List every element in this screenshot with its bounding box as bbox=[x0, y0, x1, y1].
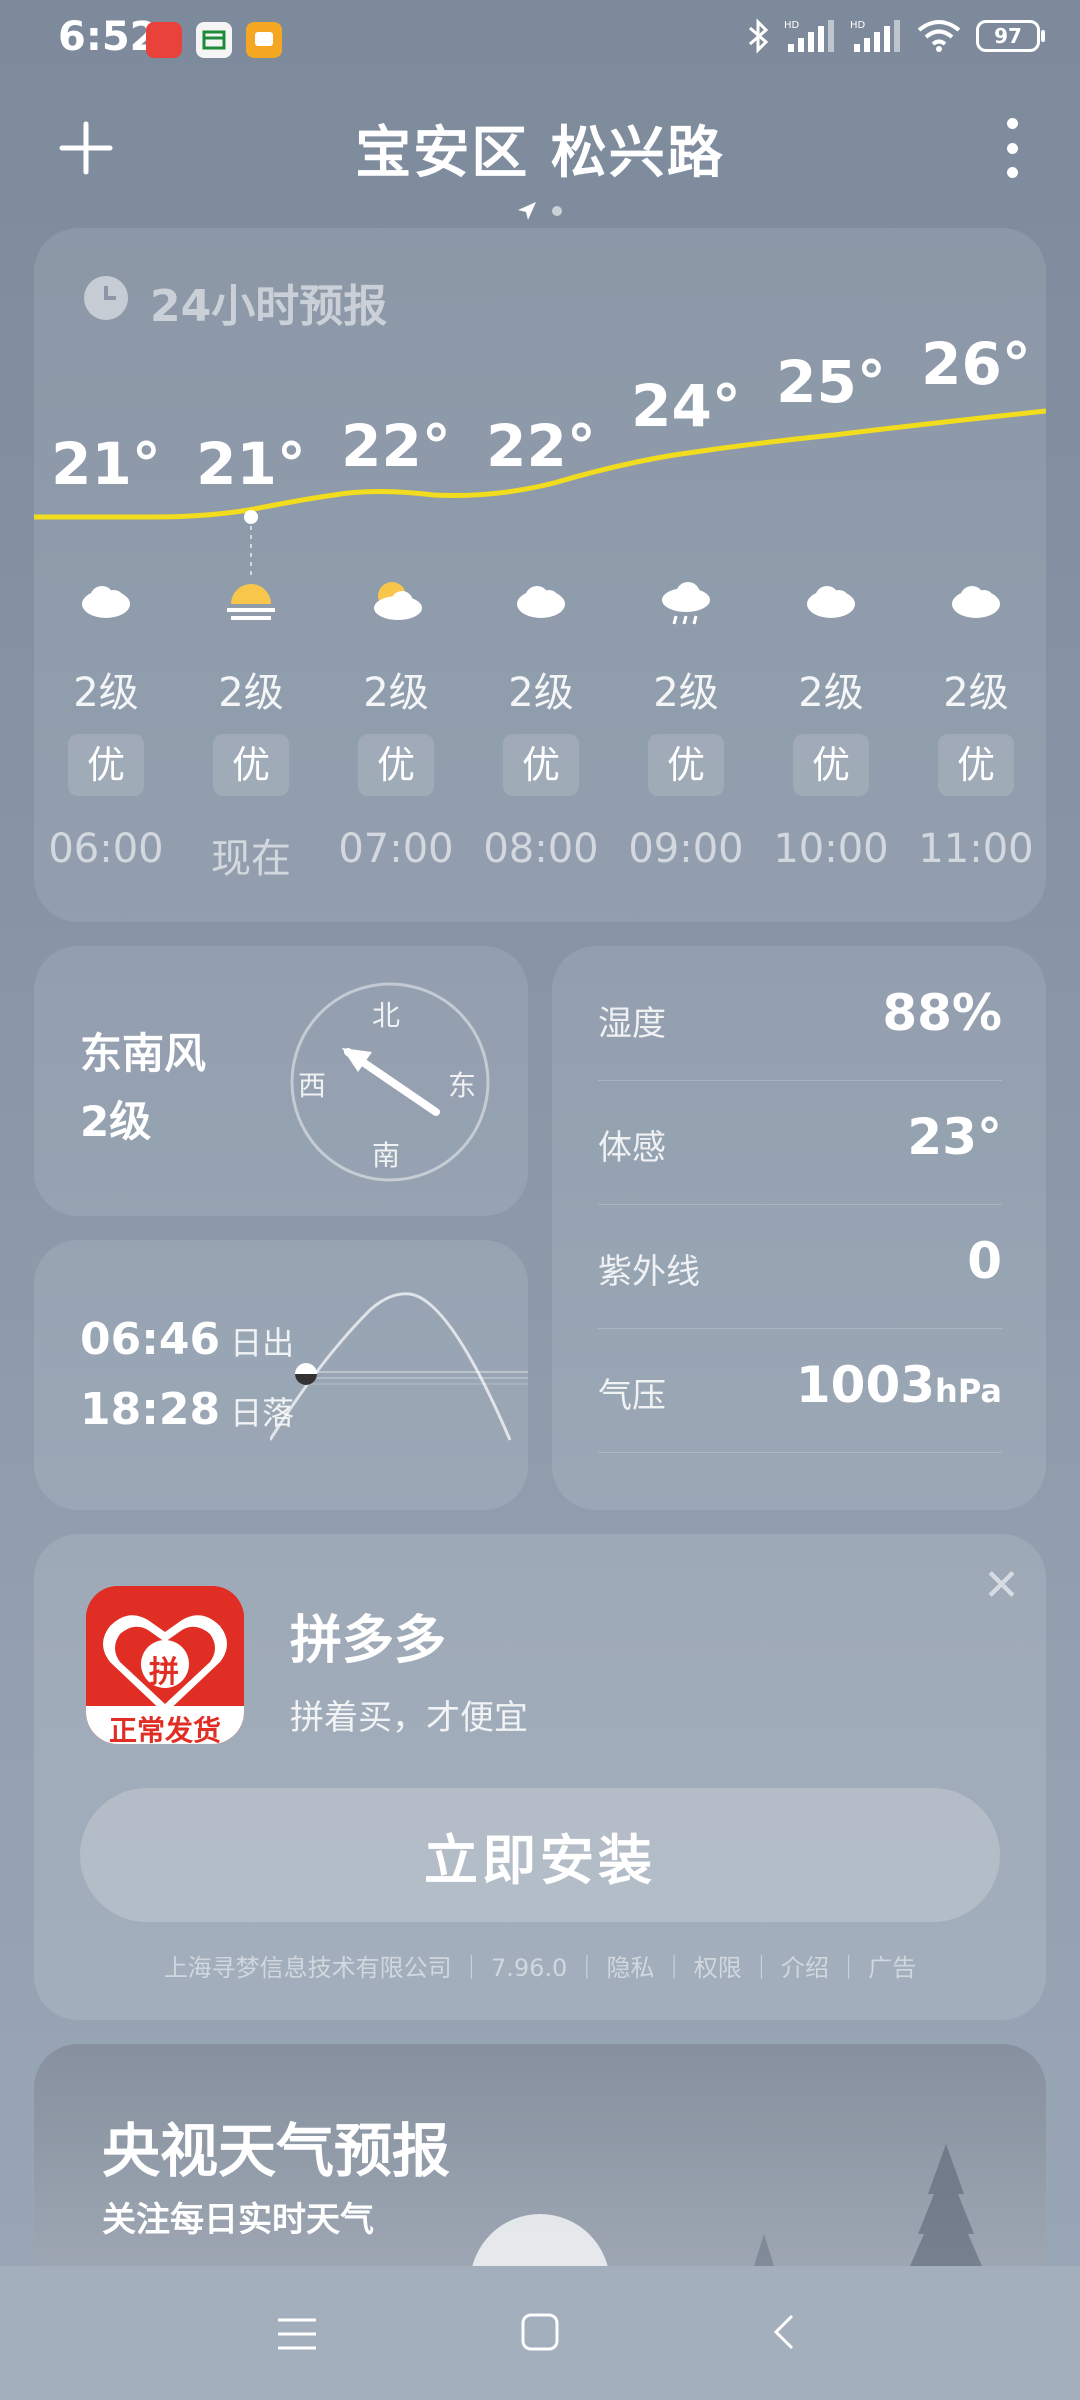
compass-south: 南 bbox=[372, 1139, 401, 1172]
partly-cloudy-icon bbox=[326, 580, 466, 636]
hour-time: 06:00 bbox=[48, 826, 164, 872]
install-button[interactable]: 立即安装 bbox=[80, 1788, 1000, 1922]
sunrise-time: 06:46 bbox=[80, 1314, 221, 1365]
hour-aqi-badge: 优 bbox=[181, 734, 321, 796]
toutiao-app-icon bbox=[146, 22, 182, 58]
page-dot bbox=[552, 206, 562, 216]
navigation-bar bbox=[0, 2266, 1080, 2400]
feels-like-label: 体感 bbox=[598, 1128, 666, 1168]
hour-aqi-badge: 优 bbox=[616, 734, 756, 796]
hour-wind-level: 2级 bbox=[508, 670, 574, 716]
humidity-row: 湿度 88% bbox=[598, 956, 1002, 1081]
status-time: 6:52 bbox=[58, 14, 158, 60]
hour-temp: 21° bbox=[51, 430, 161, 498]
hour-temp: 22° bbox=[341, 412, 451, 480]
hour-aqi-badge: 优 bbox=[761, 734, 901, 796]
pinduoduo-icon-char: 拼 bbox=[149, 1655, 179, 1690]
location-arrow-icon bbox=[518, 202, 536, 220]
page-indicator bbox=[516, 200, 562, 222]
sunrise-row: 06:46 日出 bbox=[80, 1314, 294, 1365]
hour-wind-level: 2级 bbox=[73, 670, 139, 716]
cloudy-icon bbox=[906, 580, 1046, 636]
more-options-icon[interactable] bbox=[1002, 118, 1022, 178]
hour-wind-level: 2级 bbox=[798, 670, 864, 716]
wind-info: 东南风 2级 bbox=[80, 1020, 206, 1156]
cloudy-icon bbox=[36, 580, 176, 636]
uv-value: 0 bbox=[967, 1232, 1002, 1290]
close-ad-icon[interactable]: ✕ bbox=[983, 1560, 1020, 1611]
sunset-row: 18:28 日落 bbox=[80, 1384, 294, 1435]
bluetooth-icon bbox=[749, 18, 769, 54]
hour-temp: 25° bbox=[776, 348, 886, 416]
sun-arc bbox=[270, 1292, 528, 1441]
light-rain-icon bbox=[616, 580, 756, 636]
hour-time: 10:00 bbox=[773, 826, 889, 872]
uv-label: 紫外线 bbox=[598, 1252, 700, 1292]
pressure-row: 气压 1003hPa bbox=[598, 1328, 1002, 1453]
pressure-label: 气压 bbox=[598, 1376, 666, 1416]
compass-north: 北 bbox=[372, 999, 401, 1032]
message-app-icon bbox=[246, 22, 282, 58]
hour-wind-level: 2级 bbox=[653, 670, 719, 716]
ad-slogan: 拼着买，才便宜 bbox=[290, 1698, 528, 1738]
uv-row: 紫外线 0 bbox=[598, 1204, 1002, 1329]
recent-apps-icon[interactable] bbox=[276, 2314, 318, 2354]
feels-like-value: 23° bbox=[907, 1108, 1002, 1166]
feels-like-row: 体感 23° bbox=[598, 1080, 1002, 1205]
cloudy-icon bbox=[761, 580, 901, 636]
hour-temp: 24° bbox=[631, 372, 741, 440]
hour-aqi-badge: 优 bbox=[36, 734, 176, 796]
hour-time: 11:00 bbox=[918, 826, 1034, 872]
back-icon[interactable] bbox=[770, 2312, 796, 2352]
home-icon[interactable] bbox=[520, 2312, 560, 2352]
status-indicators: HD HD 97 bbox=[746, 18, 1045, 54]
svg-text:HD: HD bbox=[850, 20, 866, 31]
cctv-title: 央视天气预报 bbox=[102, 2117, 451, 2185]
pressure-number: 1003 bbox=[795, 1356, 936, 1414]
pinduoduo-app-icon[interactable]: 拼 正常发货 bbox=[86, 1586, 244, 1744]
wind-compass: 北 南 东 西 bbox=[288, 980, 492, 1184]
post-app-icon bbox=[196, 22, 232, 58]
sunset-time: 18:28 bbox=[80, 1384, 221, 1435]
signal-2-icon: HD bbox=[850, 20, 900, 52]
hour-aqi-badge: 优 bbox=[326, 734, 466, 796]
svg-text:HD: HD bbox=[784, 20, 800, 31]
cctv-subtitle: 关注每日实时天气 bbox=[102, 2200, 374, 2240]
hour-wind-level: 2级 bbox=[218, 670, 284, 716]
hour-wind-level: 2级 bbox=[943, 670, 1009, 716]
hour-time: 07:00 bbox=[338, 826, 454, 872]
pressure-value: 1003hPa bbox=[796, 1356, 1002, 1414]
compass-east: 东 bbox=[448, 1069, 477, 1102]
location-title: 宝安区 松兴路 bbox=[355, 121, 725, 186]
signal-1-icon: HD bbox=[784, 20, 834, 52]
hour-time: 现在 bbox=[211, 836, 291, 882]
hour-temp: 21° bbox=[196, 430, 306, 498]
hourly-title: 24小时预报 bbox=[150, 281, 388, 332]
wind-direction: 东南风 bbox=[80, 1029, 207, 1078]
wifi-icon bbox=[917, 20, 961, 52]
hour-wind-level: 2级 bbox=[363, 670, 429, 716]
hour-temp: 26° bbox=[921, 330, 1031, 398]
ad-meta-links[interactable]: 上海寻梦信息技术有限公司 ｜ 7.96.0 ｜ 隐私 ｜ 权限 ｜ 介绍 ｜ 广… bbox=[0, 1948, 1080, 1983]
clock-icon bbox=[84, 276, 128, 320]
battery-icon: 97 bbox=[976, 20, 1045, 52]
pressure-unit: hPa bbox=[935, 1372, 1002, 1410]
hour-aqi-badge: 优 bbox=[471, 734, 611, 796]
wind-level: 2级 bbox=[80, 1097, 152, 1146]
humidity-value: 88% bbox=[882, 984, 1002, 1042]
humidity-label: 湿度 bbox=[598, 1004, 666, 1044]
hour-time: 08:00 bbox=[483, 826, 599, 872]
pinduoduo-icon-badge: 正常发货 bbox=[108, 1714, 221, 1744]
sunrise-icon bbox=[181, 580, 321, 636]
cloudy-icon bbox=[471, 580, 611, 636]
status-bar: 6:52 HD HD 97 bbox=[0, 0, 1080, 80]
hour-aqi-badge: 优 bbox=[906, 734, 1046, 796]
compass-west: 西 bbox=[298, 1069, 327, 1102]
ad-app-name: 拼多多 bbox=[290, 1611, 447, 1671]
hour-temp: 22° bbox=[486, 412, 596, 480]
hour-time: 09:00 bbox=[628, 826, 744, 872]
